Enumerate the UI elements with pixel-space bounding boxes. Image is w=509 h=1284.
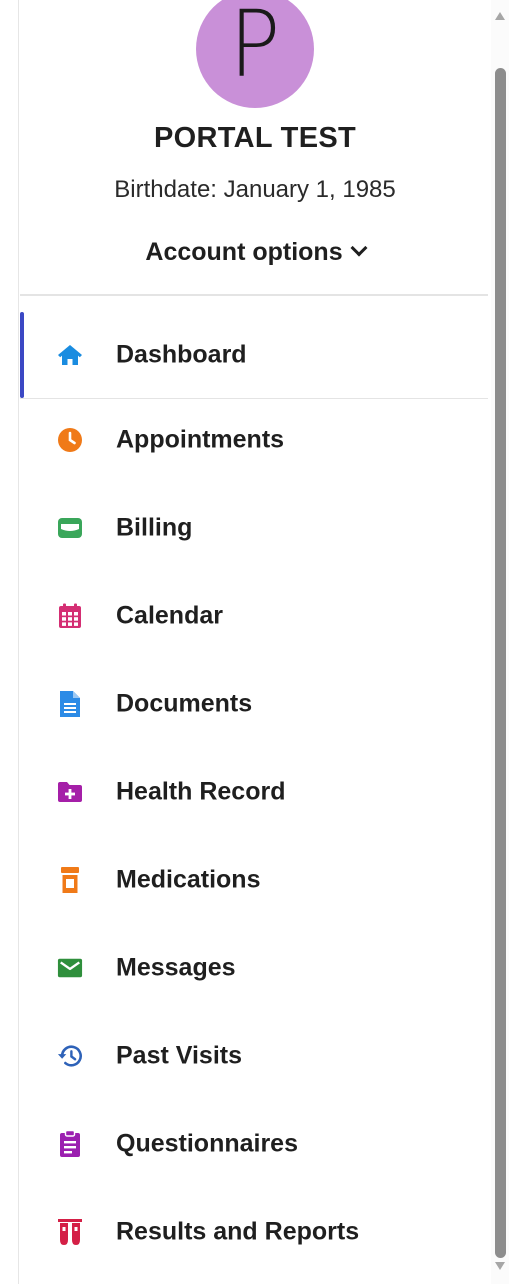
test-tubes-icon xyxy=(57,1219,83,1245)
sidebar-item-label: Questionnaires xyxy=(116,1129,298,1158)
folder-plus-icon xyxy=(57,779,83,805)
patient-name: PORTAL TEST xyxy=(153,122,356,154)
panel-left-border xyxy=(18,0,19,1284)
sidebar-item-appointments[interactable]: Appointments xyxy=(20,396,488,484)
sidebar-item-health-record[interactable]: Health Record xyxy=(20,748,488,836)
scroll-down-arrow-icon[interactable] xyxy=(495,1262,505,1270)
sidebar-item-past-visits[interactable]: Past Visits xyxy=(20,1012,488,1100)
sidebar-item-results-and-reports[interactable]: Results and Reports xyxy=(20,1188,488,1276)
clock-icon xyxy=(57,427,83,453)
sidebar-item-label: Dashboard xyxy=(116,340,247,369)
account-options-label: Account options xyxy=(145,238,343,266)
sidebar-nav: Dashboard xyxy=(20,312,488,398)
avatar-initial: P xyxy=(229,0,281,98)
envelope-icon xyxy=(57,955,83,981)
sidebar-item-label: Appointments xyxy=(116,425,285,454)
sidebar-item-label: Medications xyxy=(116,865,261,894)
home-icon xyxy=(57,342,83,368)
sidebar-nav-list: Appointments Billing Calendar Documents … xyxy=(20,396,488,1276)
sidebar-item-label: Past Visits xyxy=(116,1041,243,1070)
sidebar-item-label: Health Record xyxy=(116,777,286,806)
sidebar-panel: P PORTAL TEST Birthdate: January 1, 1985… xyxy=(0,0,509,1284)
birthdate: Birthdate: January 1, 1985 xyxy=(114,176,396,203)
clipboard-icon xyxy=(57,1130,83,1157)
divider xyxy=(20,294,488,296)
sidebar-item-label: Billing xyxy=(116,513,193,542)
avatar: P xyxy=(196,0,314,108)
sidebar-item-messages[interactable]: Messages xyxy=(20,924,488,1012)
sidebar-item-label: Documents xyxy=(116,689,253,718)
sidebar-item-medications[interactable]: Medications xyxy=(20,836,488,924)
wallet-icon xyxy=(57,515,83,541)
vertical-scrollbar[interactable] xyxy=(491,0,509,1284)
pill-bottle-icon xyxy=(57,867,83,893)
chevron-down-icon xyxy=(350,239,368,257)
account-options-button[interactable]: Account options xyxy=(20,238,490,267)
scroll-up-arrow-icon[interactable] xyxy=(495,12,505,20)
history-icon xyxy=(57,1043,83,1069)
sidebar-item-label: Calendar xyxy=(116,601,223,630)
sidebar-item-label: Messages xyxy=(116,953,236,982)
sidebar-item-documents[interactable]: Documents xyxy=(20,660,488,748)
sidebar-item-calendar[interactable]: Calendar xyxy=(20,572,488,660)
document-icon xyxy=(57,691,83,717)
sidebar-item-questionnaires[interactable]: Questionnaires xyxy=(20,1100,488,1188)
sidebar-item-billing[interactable]: Billing xyxy=(20,484,488,572)
calendar-icon xyxy=(57,603,83,629)
sidebar-item-dashboard[interactable]: Dashboard xyxy=(20,312,488,398)
scrollbar-thumb[interactable] xyxy=(495,68,506,1258)
sidebar-item-label: Results and Reports xyxy=(116,1217,360,1246)
